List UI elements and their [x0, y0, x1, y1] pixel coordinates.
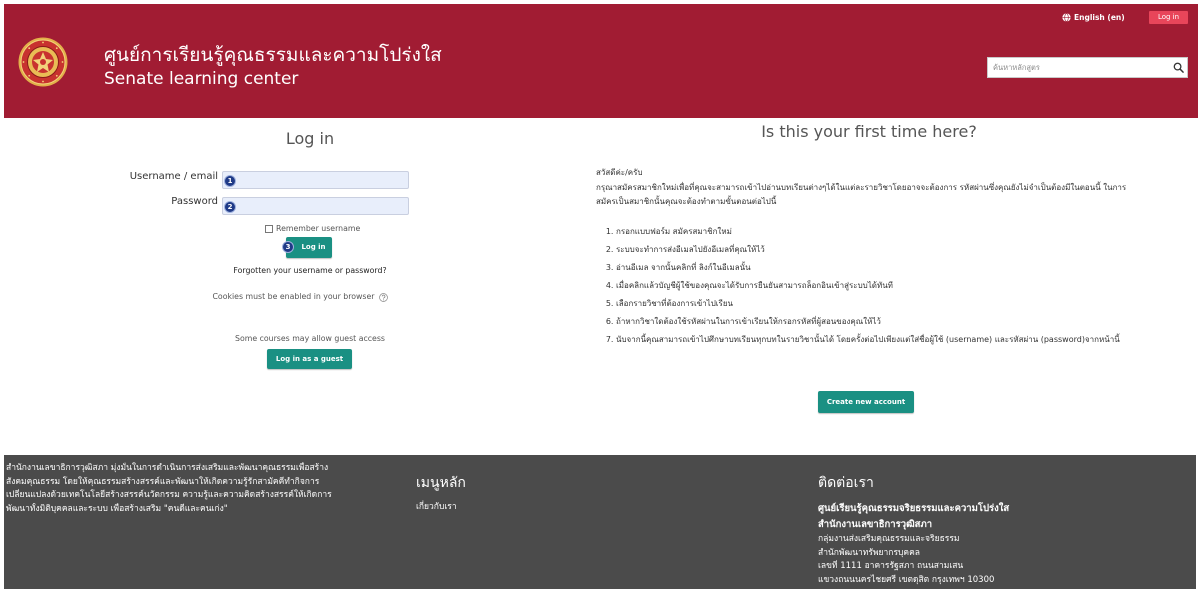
signup-greeting: สวัสดีค่ะ/ครับ [596, 168, 643, 177]
username-input[interactable] [222, 171, 409, 189]
contact-line: สำนักพัฒนาทรัพยากรบุคคล [818, 547, 920, 558]
contact-line: กลุ่มงานส่งเสริมคุณธรรมและจริยธรรม [818, 534, 960, 544]
signup-steps: กรอกแบบฟอร์ม สมัครสมาชิกใหม่ ระบบจะทำการ… [596, 225, 1141, 351]
signup-step: อ่านอีเมล จากนั้นคลิกที่ ลิงก์ในอีเมลนั้… [616, 261, 1141, 275]
footer-menu: เมนูหลัก เกี่ยวกับเรา [416, 474, 716, 513]
footer-about-line: สังคมคุณธรรม โดยให้คุณธรรมสร้างสรรค์และพ… [6, 476, 320, 487]
remember-username-label[interactable]: Remember username [276, 223, 360, 235]
remember-username-checkbox[interactable] [265, 225, 273, 233]
password-label: Password [171, 196, 218, 207]
site-header: English (en) Log in ศูนย์การเรียนรู้คุณธ… [4, 4, 1198, 118]
footer-link-about[interactable]: เกี่ยวกับเรา [416, 501, 716, 513]
signup-step: เลือกรายวิชาที่ต้องการเข้าไปเรียน [616, 297, 1141, 311]
contact-details: ศูนย์เรียนรู้คุณธรรมจริยธรรมและความโปร่ง… [818, 501, 1188, 587]
signup-step: ถ้าหากวิชาใดต้องใช้รหัสผ่านในการเข้าเรีย… [616, 315, 1141, 329]
marker-badge-1: 1 [224, 175, 236, 187]
course-search-box [987, 57, 1188, 78]
signup-heading: Is this your first time here? [761, 122, 977, 141]
footer-about-line: พัฒนาทั้งมิติบุคคลและระบบ เพื่อสร้างเสริ… [6, 503, 228, 514]
marker-badge-3: 3 [282, 241, 294, 253]
site-footer: สำนักงานเลขาธิการวุฒิสภา มุ่งมั่นในการดำ… [4, 455, 1196, 589]
signup-panel: Is this your first time here? สวัสดีค่ะ/… [590, 118, 1190, 455]
guest-login-button[interactable]: Log in as a guest [267, 349, 352, 369]
cookies-notice-text: Cookies must be enabled in your browser [212, 292, 375, 301]
site-title-thai: ศูนย์การเรียนรู้คุณธรรมและความโปร่งใส [104, 44, 442, 66]
top-login-button[interactable]: Log in [1149, 11, 1188, 24]
language-label: English (en) [1074, 13, 1125, 22]
course-search-input[interactable] [988, 58, 1170, 77]
signup-step: กรอกแบบฟอร์ม สมัครสมาชิกใหม่ [616, 225, 1141, 239]
contact-office-name: สำนักงานเลขาธิการวุฒิสภา [818, 519, 933, 530]
guest-access-notice: Some courses may allow guest access [235, 334, 385, 343]
site-title[interactable]: ศูนย์การเรียนรู้คุณธรรมและความโปร่งใส Se… [104, 42, 704, 90]
forgot-password-link[interactable]: Forgotten your username or password? [160, 265, 460, 277]
footer-about-line: เปลี่ยนแปลงด้วยเทคโนโลยีสร้างสรรค์นวัตกร… [6, 490, 332, 500]
footer-contact-heading: ติดต่อเรา [818, 475, 874, 491]
create-account-button[interactable]: Create new account [818, 391, 914, 413]
globe-icon [1062, 13, 1071, 22]
senate-seal-logo[interactable] [18, 37, 68, 87]
contact-line: เลขที่ 1111 อาคารรัฐสภา ถนนสามเสน [818, 561, 964, 571]
footer-about: สำนักงานเลขาธิการวุฒิสภา มุ่งมั่นในการดำ… [6, 462, 382, 516]
contact-line: แขวงถนนนครไชยศรี เขตดุสิต กรุงเทพฯ 10300 [818, 574, 995, 585]
search-icon[interactable] [1173, 62, 1184, 73]
username-label: Username / email [129, 171, 218, 182]
cookies-notice: Cookies must be enabled in your browser [150, 291, 450, 303]
language-menu[interactable]: English (en) [1062, 11, 1125, 24]
footer-about-line: สำนักงานเลขาธิการวุฒิสภา มุ่งมั่นในการดำ… [6, 463, 329, 473]
login-panel: Log in Username / email 1 Password 2 Rem… [0, 118, 600, 455]
login-heading: Log in [285, 129, 335, 148]
footer-menu-heading: เมนูหลัก [416, 475, 466, 491]
signup-step: ระบบจะทำการส่งอีเมลไปยังอีเมลที่คุณให้ไว… [616, 243, 1141, 257]
footer-contact: ติดต่อเรา ศูนย์เรียนรู้คุณธรรมจริยธรรมแล… [818, 474, 1188, 587]
contact-org-name: ศูนย์เรียนรู้คุณธรรมจริยธรรมและความโปร่ง… [818, 503, 1010, 514]
marker-badge-2: 2 [224, 201, 236, 213]
signup-step: นับจากนี้คุณสามารถเข้าไปศึกษาบทเรียนทุกบ… [616, 333, 1141, 347]
question-circle-icon[interactable] [378, 292, 388, 302]
signup-intro: กรุณาสมัครสมาชิกใหม่เพื่อที่คุณจะสามารถเ… [596, 183, 1127, 206]
password-input[interactable] [222, 197, 409, 215]
site-title-english: Senate learning center [104, 69, 299, 89]
signup-step: เมื่อคลิกแล้วบัญชีผู้ใช้ของคุณจะได้รับกา… [616, 279, 1141, 293]
